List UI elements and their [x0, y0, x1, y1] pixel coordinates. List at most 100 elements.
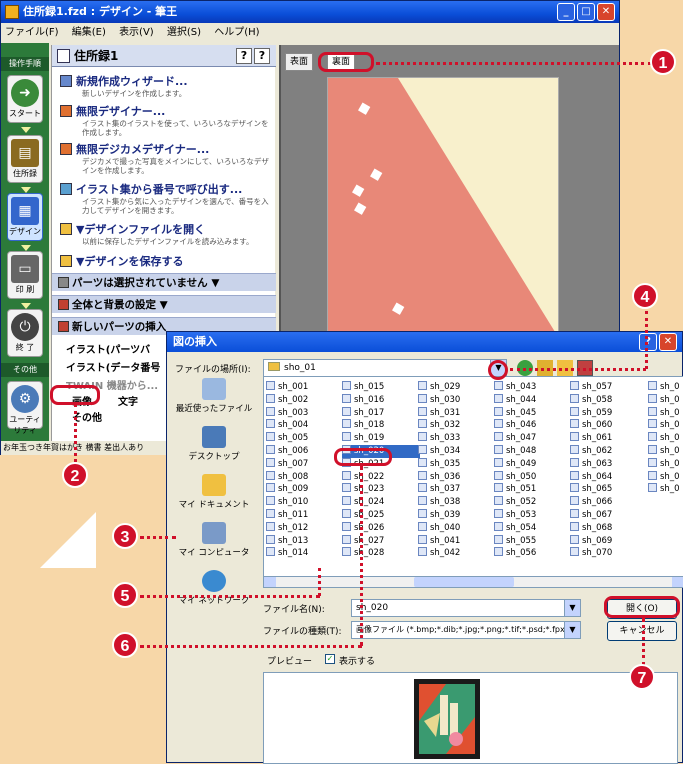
file-item[interactable]: sh_017	[342, 406, 420, 420]
sidebar-button-start[interactable]: ➜ スタート	[7, 75, 43, 123]
place-my-documents[interactable]: マイ ドキュメント	[173, 472, 255, 516]
sidebar-button-exit[interactable]: ⏻ 終 了	[7, 309, 43, 357]
file-item[interactable]: sh_048	[494, 444, 572, 458]
file-item[interactable]: sh_059	[570, 406, 648, 420]
file-item[interactable]: sh_002	[266, 393, 344, 407]
file-item[interactable]: sh_0	[648, 419, 683, 432]
close-button[interactable]: ✕	[597, 3, 615, 21]
file-item[interactable]: sh_049	[494, 457, 572, 471]
file-item[interactable]: sh_070	[570, 547, 648, 560]
section-no-parts[interactable]: パーツは選択されていません ▼	[52, 273, 276, 291]
file-item[interactable]: sh_022	[342, 470, 420, 484]
context-help-button[interactable]: ?	[254, 48, 270, 64]
section-background[interactable]: 全体と背景の設定 ▼	[52, 295, 276, 313]
menu-edit[interactable]: 編集(E)	[72, 27, 106, 38]
file-item[interactable]: sh_068	[570, 521, 648, 535]
file-item[interactable]: sh_0	[648, 470, 683, 484]
menu-file[interactable]: ファイル(F)	[5, 27, 59, 38]
file-item[interactable]: sh_025	[342, 508, 420, 522]
file-item[interactable]: sh_030	[418, 393, 496, 407]
file-item[interactable]: sh_050	[494, 470, 572, 484]
file-item[interactable]: sh_042	[418, 547, 496, 560]
file-item[interactable]: sh_053	[494, 508, 572, 522]
task-infinite-designer[interactable]: 無限デザイナー...	[60, 103, 165, 119]
menu-select[interactable]: 選択(S)	[167, 27, 201, 38]
task-digicam-designer[interactable]: 無限デジカメデザイナー...	[60, 141, 209, 157]
menu-help[interactable]: ヘルプ(H)	[214, 27, 259, 38]
task-open-by-number[interactable]: イラスト集から番号で呼び出す...	[60, 181, 242, 197]
file-item[interactable]: sh_056	[494, 547, 572, 560]
file-item[interactable]: sh_004	[266, 419, 344, 432]
file-item[interactable]: sh_041	[418, 534, 496, 548]
task-open-design[interactable]: ▼デザインファイルを開く	[60, 221, 205, 237]
file-item[interactable]: sh_063	[570, 457, 648, 471]
place-my-network[interactable]: マイ ネットワーク	[173, 568, 255, 612]
task-save-design[interactable]: ▼デザインを保存する	[60, 253, 183, 269]
file-item[interactable]: sh_018	[342, 419, 420, 432]
file-item[interactable]: sh_008	[266, 470, 344, 484]
lookin-combo[interactable]: sho_01 ▼	[263, 359, 507, 377]
file-item[interactable]: sh_005	[266, 432, 344, 445]
file-item[interactable]: sh_046	[494, 419, 572, 432]
scroll-left-icon[interactable]	[264, 577, 276, 587]
file-item[interactable]: sh_047	[494, 432, 572, 445]
file-item[interactable]: sh_024	[342, 496, 420, 509]
file-item[interactable]: sh_060	[570, 419, 648, 432]
filetype-select[interactable]: 画像ファイル (*.bmp;*.dib;*.jpg;*.png;*.tif;*.…	[351, 621, 581, 639]
file-item[interactable]: sh_026	[342, 521, 420, 535]
file-item[interactable]: sh_058	[570, 393, 648, 407]
file-item[interactable]: sh_027	[342, 534, 420, 548]
file-item[interactable]: sh_012	[266, 521, 344, 535]
file-item[interactable]: sh_037	[418, 483, 496, 496]
file-item[interactable]: sh_057	[570, 381, 648, 394]
file-item[interactable]: sh_038	[418, 496, 496, 509]
filename-input[interactable]: sh_020 ▼	[351, 599, 581, 617]
file-item[interactable]: sh_003	[266, 406, 344, 420]
file-item[interactable]: sh_036	[418, 470, 496, 484]
file-item[interactable]: sh_045	[494, 406, 572, 420]
file-item[interactable]: sh_051	[494, 483, 572, 496]
file-item[interactable]: sh_062	[570, 444, 648, 458]
sidebar-button-utility[interactable]: ⚙ ユーティリティ	[7, 381, 43, 435]
file-item[interactable]: sh_0	[648, 381, 683, 394]
file-item[interactable]: sh_034	[418, 444, 496, 458]
sidebar-button-addressbook[interactable]: ▤ 住所録	[7, 135, 43, 183]
file-item[interactable]: sh_023	[342, 483, 420, 496]
place-recent[interactable]: 最近使ったファイル	[173, 376, 255, 420]
maximize-button[interactable]: □	[577, 3, 595, 21]
insert-illustration-number[interactable]: イラスト(データ番号	[66, 359, 160, 374]
file-item[interactable]: sh_011	[266, 508, 344, 522]
scroll-thumb[interactable]	[414, 577, 514, 587]
file-item[interactable]: sh_039	[418, 508, 496, 522]
file-item[interactable]: sh_007	[266, 457, 344, 471]
file-item[interactable]: sh_010	[266, 496, 344, 509]
tab-front[interactable]: 表面	[285, 53, 314, 71]
horizontal-scrollbar[interactable]	[263, 576, 683, 588]
task-new-wizard[interactable]: 新規作成ウィザード...	[60, 73, 188, 89]
menu-view[interactable]: 表示(V)	[119, 27, 154, 38]
file-item[interactable]: sh_054	[494, 521, 572, 535]
file-item[interactable]: sh_0	[648, 406, 683, 420]
dialog-close-button[interactable]: ✕	[659, 333, 677, 351]
sidebar-button-print[interactable]: ▭ 印 刷	[7, 251, 43, 299]
minimize-button[interactable]: _	[557, 3, 575, 21]
sidebar-button-design[interactable]: ▦ デザイン	[7, 193, 43, 241]
file-item[interactable]: sh_067	[570, 508, 648, 522]
help-button[interactable]: ?	[236, 48, 252, 64]
file-item[interactable]: sh_035	[418, 457, 496, 471]
file-item[interactable]: sh_032	[418, 419, 496, 432]
file-item[interactable]: sh_055	[494, 534, 572, 548]
file-item[interactable]: sh_043	[494, 381, 572, 394]
file-item[interactable]: sh_052	[494, 496, 572, 509]
scroll-right-icon[interactable]	[672, 577, 683, 587]
file-item[interactable]: sh_029	[418, 381, 496, 394]
file-item[interactable]: sh_0	[648, 432, 683, 445]
file-item[interactable]: sh_0	[648, 457, 683, 471]
file-item[interactable]: sh_044	[494, 393, 572, 407]
file-item[interactable]: sh_001	[266, 381, 344, 394]
file-item[interactable]: sh_0	[648, 483, 683, 496]
insert-illustration-parts[interactable]: イラスト(パーツバ	[66, 341, 150, 356]
file-item[interactable]: sh_016	[342, 393, 420, 407]
file-item[interactable]: sh_031	[418, 406, 496, 420]
file-item[interactable]: sh_061	[570, 432, 648, 445]
